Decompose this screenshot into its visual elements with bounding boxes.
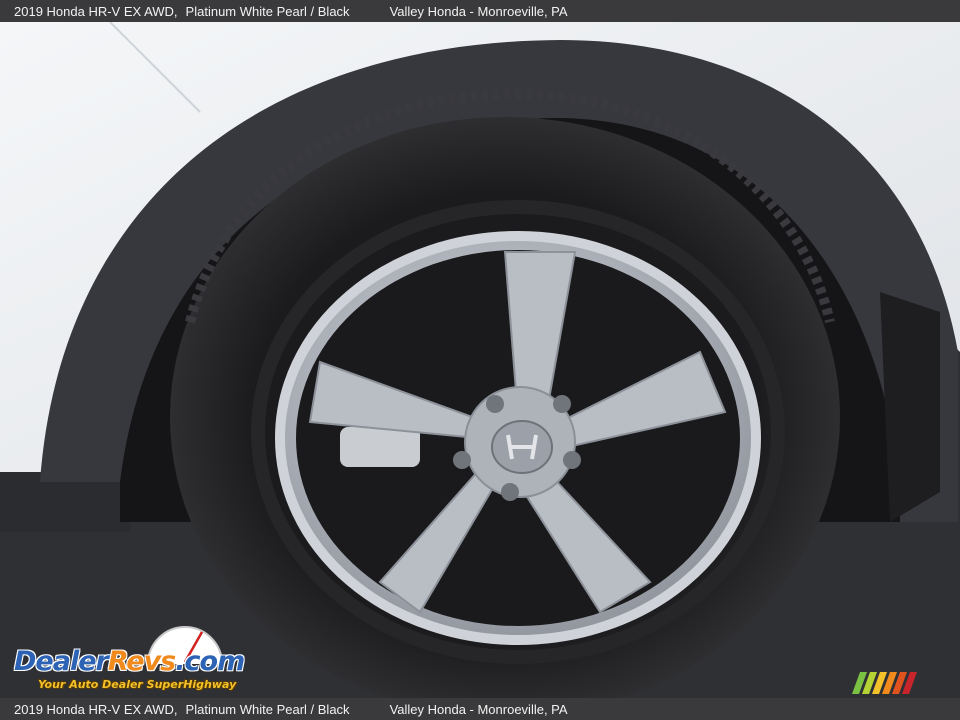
dealer-name-bottom: Valley Honda - Monroeville, PA bbox=[389, 701, 568, 717]
vehicle-title: 2019 Honda HR-V EX AWD, bbox=[14, 3, 178, 19]
caption-bar-bottom: 2019 Honda HR-V EX AWD, Platinum White P… bbox=[0, 698, 960, 720]
wheel-photo-drawing bbox=[0, 22, 960, 698]
vehicle-title-bottom: 2019 Honda HR-V EX AWD, bbox=[14, 701, 178, 717]
stripes-mark bbox=[851, 672, 938, 694]
vehicle-color: Platinum White Pearl / Black bbox=[185, 3, 350, 19]
caption-bar-top: 2019 Honda HR-V EX AWD, Platinum White P… bbox=[0, 0, 960, 22]
logo-tagline: Your Auto Dealer SuperHighway bbox=[38, 678, 237, 691]
brake-caliper bbox=[340, 427, 420, 467]
logo-word-revs: Revs bbox=[107, 646, 176, 677]
logo-text: DealerRevs.com bbox=[14, 646, 245, 677]
dealer-name: Valley Honda - Monroeville, PA bbox=[389, 3, 568, 19]
logo-word-com: .com bbox=[175, 646, 245, 677]
vehicle-color-bottom: Platinum White Pearl / Black bbox=[185, 701, 350, 717]
logo-word-dealer: Dealer bbox=[14, 646, 109, 677]
wheel-photo bbox=[0, 22, 960, 698]
dealerrevs-logo: DealerRevs.com Your Auto Dealer SuperHig… bbox=[12, 626, 272, 698]
mud-flap bbox=[880, 292, 940, 522]
